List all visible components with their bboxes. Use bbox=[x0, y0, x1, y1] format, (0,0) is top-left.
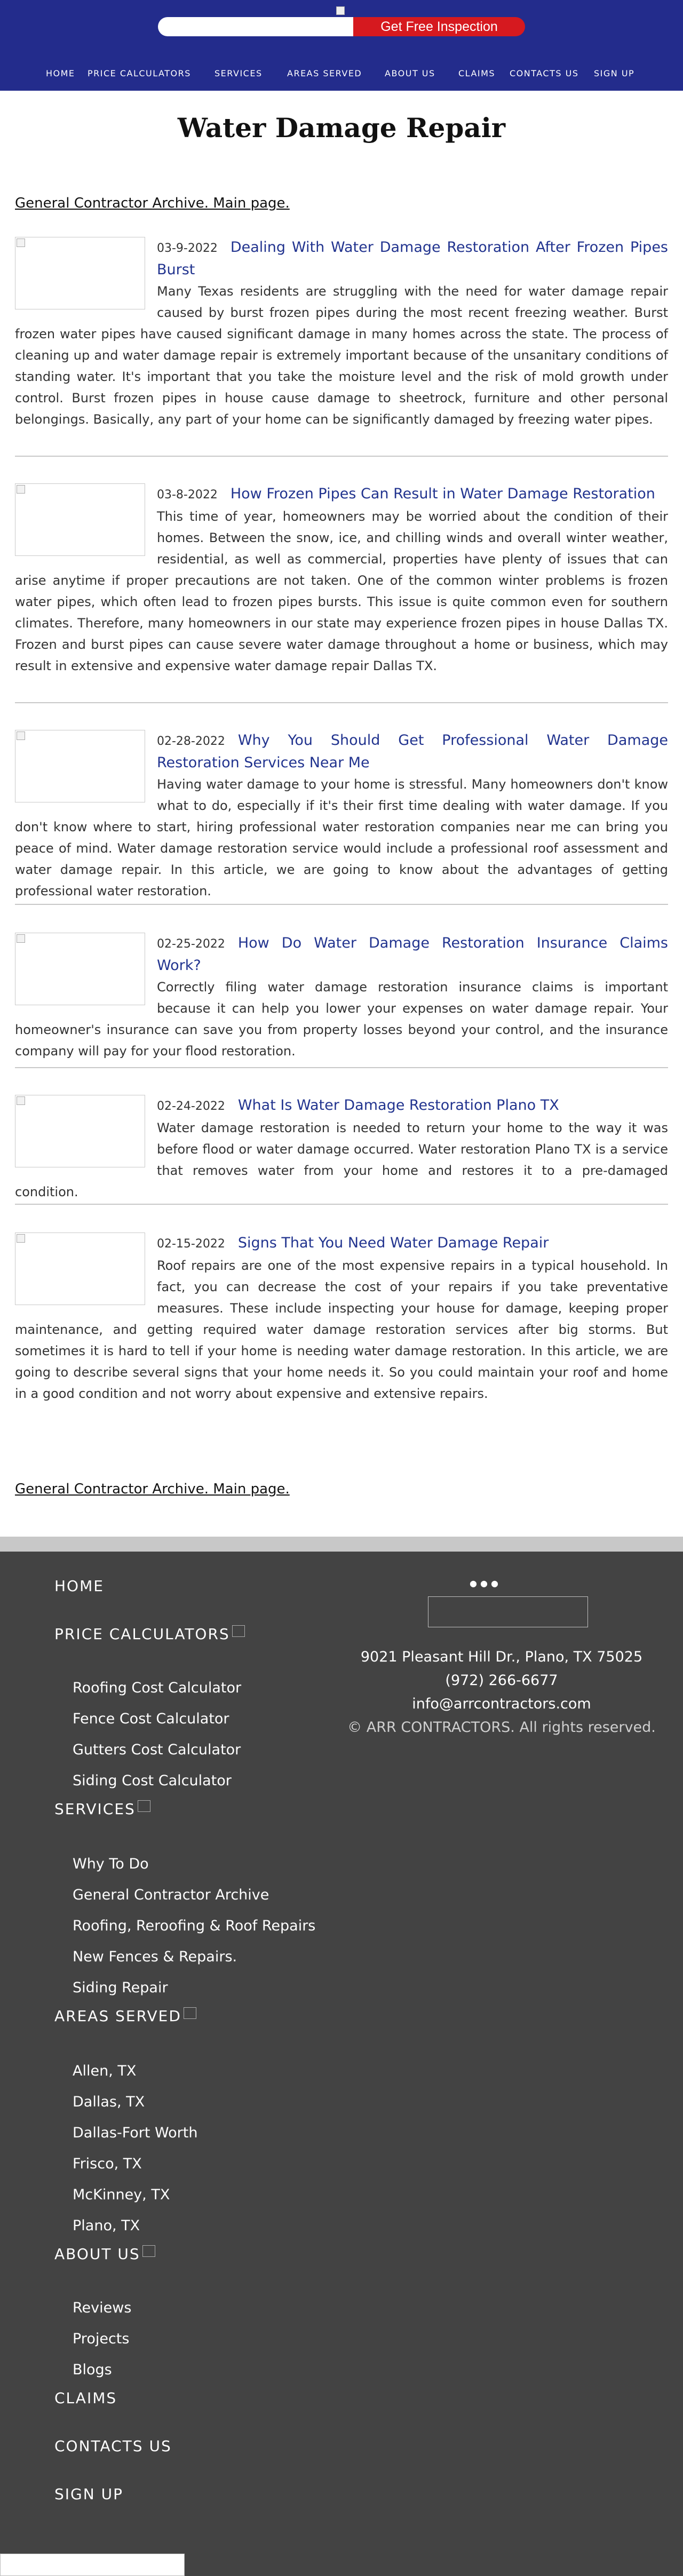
broken-image-icon bbox=[336, 6, 348, 18]
article-thumbnail[interactable] bbox=[15, 237, 145, 309]
dropdown-arrow-icon[interactable] bbox=[142, 2245, 155, 2257]
article-item: 02-15-2022 Signs That You Need Water Dama… bbox=[15, 1233, 668, 1404]
article-date: 02-28-2022 bbox=[157, 735, 225, 748]
footer-sub-link[interactable]: Projects bbox=[73, 2331, 129, 2347]
footer-sub-link[interactable]: General Contractor Archive bbox=[73, 1887, 269, 1903]
article-item: 02-28-2022 Why You Should Get Professiona… bbox=[15, 730, 668, 902]
article-thumbnail[interactable] bbox=[15, 483, 145, 556]
article-title-link[interactable]: What Is Water Damage Restoration Plano T… bbox=[238, 1097, 559, 1114]
footer-sub-link[interactable]: Roofing, Reroofing & Roof Repairs bbox=[73, 1918, 315, 1934]
footer-sub-link[interactable]: Plano, TX bbox=[73, 2217, 140, 2234]
dropdown-arrow-icon[interactable] bbox=[183, 2007, 196, 2019]
footer-sub-link[interactable]: McKinney, TX bbox=[73, 2187, 170, 2203]
header-cta-bar: Get Free Inspection bbox=[158, 6, 525, 36]
footer-services[interactable]: SERVICES bbox=[54, 1800, 150, 1818]
site-header: Get Free Inspection HOME PRICE CALCULATO… bbox=[0, 0, 683, 91]
footer-phone[interactable]: (972) 266-6677 bbox=[320, 1672, 683, 1689]
footer-sub-link[interactable]: Gutters Cost Calculator bbox=[73, 1742, 241, 1758]
get-free-inspection-button[interactable]: Get Free Inspection bbox=[353, 17, 525, 36]
footer-contacts-us-link[interactable]: CONTACTS US bbox=[54, 2437, 172, 2455]
article-title-link[interactable]: Why You Should Get Professional Water Da… bbox=[157, 732, 668, 771]
footer-email[interactable]: info@arrcontractors.com bbox=[320, 1696, 683, 1712]
social-icons: ●●● bbox=[470, 1578, 544, 1589]
divider bbox=[15, 904, 668, 905]
article-title-link[interactable]: How Frozen Pipes Can Result in Water Dam… bbox=[231, 486, 655, 502]
article-title-link[interactable]: How Do Water Damage Restoration Insuranc… bbox=[157, 935, 668, 974]
footer-services-label: SERVICES bbox=[54, 1800, 136, 1818]
footer-sub-link[interactable]: Reviews bbox=[73, 2300, 131, 2316]
footer-areas-served-label: AREAS SERVED bbox=[54, 2007, 181, 2025]
article-thumbnail[interactable] bbox=[15, 1095, 145, 1167]
dropdown-arrow-icon[interactable] bbox=[232, 1625, 245, 1637]
article-date: 02-25-2022 bbox=[157, 937, 225, 951]
archive-main-page-link[interactable]: General Contractor Archive. Main page. bbox=[15, 1481, 290, 1497]
article-item: 03-8-2022 How Frozen Pipes Can Result in … bbox=[15, 483, 668, 677]
footer-sub-link[interactable]: Frisco, TX bbox=[73, 2156, 142, 2172]
footer-sub-link[interactable]: Siding Cost Calculator bbox=[73, 1772, 232, 1789]
footer-areas-served[interactable]: AREAS SERVED bbox=[54, 2007, 196, 2025]
footer-about-us[interactable]: ABOUT US bbox=[54, 2245, 155, 2263]
divider bbox=[15, 702, 668, 703]
footer-sub-link[interactable]: Siding Repair bbox=[73, 1979, 168, 1996]
footer-claims-link[interactable]: CLAIMS bbox=[54, 2389, 117, 2407]
footer-sub-link[interactable]: Dallas, TX bbox=[73, 2094, 145, 2110]
article-thumbnail[interactable] bbox=[15, 933, 145, 1005]
article-thumbnail[interactable] bbox=[15, 1233, 145, 1305]
article-date: 03-9-2022 bbox=[157, 242, 218, 255]
footer-sign-up-link[interactable]: SIGN UP bbox=[54, 2485, 123, 2503]
footer-about-us-label: ABOUT US bbox=[54, 2245, 140, 2263]
nav-services[interactable]: SERVICES bbox=[215, 68, 263, 78]
footer-price-calculators[interactable]: PRICE CALCULATORS bbox=[54, 1625, 245, 1643]
nav-price-calculators[interactable]: PRICE CALCULATORS bbox=[88, 68, 191, 78]
social-icon[interactable]: ● bbox=[480, 1578, 491, 1588]
page-title: Water Damage Repair bbox=[177, 112, 506, 144]
social-icon[interactable]: ● bbox=[470, 1578, 480, 1588]
nav-claims[interactable]: CLAIMS bbox=[458, 68, 495, 78]
article-thumbnail[interactable] bbox=[15, 730, 145, 802]
article-item: 03-9-2022 Dealing With Water Damage Resto… bbox=[15, 237, 668, 430]
dropdown-arrow-icon[interactable] bbox=[137, 1800, 150, 1812]
footer-price-calculators-label: PRICE CALCULATORS bbox=[54, 1625, 230, 1643]
article-date: 02-24-2022 bbox=[157, 1100, 225, 1113]
footer-sub-link[interactable]: Roofing Cost Calculator bbox=[73, 1680, 241, 1696]
footer-sub-link[interactable]: Blogs bbox=[73, 2362, 112, 2378]
nav-sign-up[interactable]: SIGN UP bbox=[594, 68, 634, 78]
divider bbox=[15, 1067, 668, 1068]
divider bbox=[15, 1204, 668, 1205]
nav-contacts-us[interactable]: CONTACTS US bbox=[510, 68, 578, 78]
footer-address: 9021 Pleasant Hill Dr., Plano, TX 75025 bbox=[360, 1649, 643, 1665]
footer-home-link[interactable]: HOME bbox=[54, 1577, 104, 1595]
article-title-link[interactable]: Dealing With Water Damage Restoration Af… bbox=[157, 239, 668, 278]
footer-sub-link[interactable]: Fence Cost Calculator bbox=[73, 1711, 229, 1727]
footer-logo[interactable] bbox=[428, 1596, 588, 1627]
article-item: 02-25-2022 How Do Water Damage Restoratio… bbox=[15, 933, 668, 1062]
article-date: 03-8-2022 bbox=[157, 488, 218, 502]
footer-copyright: © ARR CONTRACTORS. All rights reserved. bbox=[347, 1719, 656, 1736]
archive-main-page-link[interactable]: General Contractor Archive. Main page. bbox=[15, 195, 290, 211]
article-date: 02-15-2022 bbox=[157, 1237, 225, 1251]
footer-sub-link[interactable]: Allen, TX bbox=[73, 2063, 136, 2079]
nav-areas-served[interactable]: AREAS SERVED bbox=[287, 68, 362, 78]
article-item: 02-24-2022 What Is Water Damage Restorati… bbox=[15, 1095, 668, 1203]
bottom-widget[interactable] bbox=[0, 2554, 185, 2576]
footer-sub-link[interactable]: New Fences & Repairs. bbox=[73, 1949, 237, 1965]
footer-sub-link[interactable]: Why To Do bbox=[73, 1856, 149, 1872]
nav-home[interactable]: HOME bbox=[46, 68, 75, 78]
footer-sub-link[interactable]: Dallas-Fort Worth bbox=[73, 2125, 197, 2141]
social-icon[interactable]: ● bbox=[491, 1578, 502, 1588]
divider bbox=[15, 456, 668, 457]
main-nav: HOME PRICE CALCULATORS SERVICES AREAS SE… bbox=[0, 68, 683, 84]
nav-about-us[interactable]: ABOUT US bbox=[385, 68, 435, 78]
footer-border bbox=[0, 1537, 683, 1552]
header-input[interactable] bbox=[158, 17, 353, 36]
article-title-link[interactable]: Signs That You Need Water Damage Repair bbox=[238, 1235, 549, 1251]
